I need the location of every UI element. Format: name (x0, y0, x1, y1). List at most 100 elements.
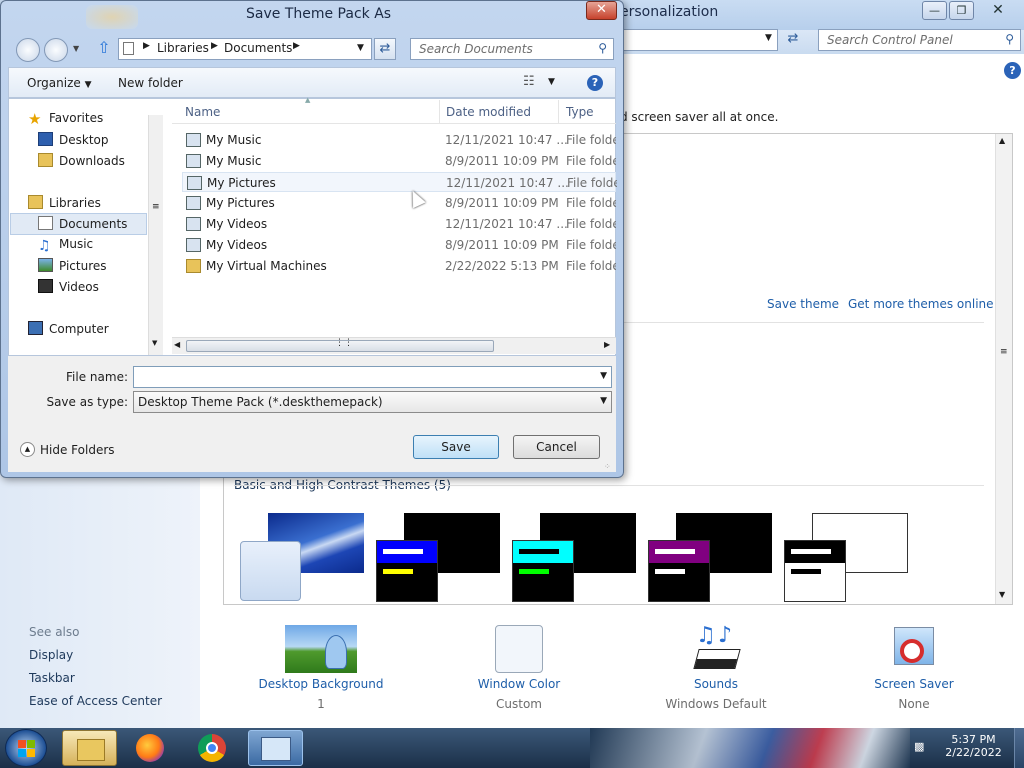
screen-saver-label[interactable]: Screen Saver (844, 677, 984, 691)
help-icon[interactable]: ? (587, 75, 603, 91)
dialog-search-input[interactable]: Search Documents ⚲ (410, 38, 614, 60)
nav-videos[interactable]: Videos (38, 279, 99, 294)
see-also-taskbar[interactable]: Taskbar (29, 671, 75, 685)
breadcrumb-chevron-icon[interactable]: ▶ (211, 41, 218, 51)
sounds-item[interactable]: ♫ ♪ Sounds Windows Default (646, 623, 786, 711)
theme-panel-scrollbar[interactable]: ▲ ≡ ▼ (995, 134, 1012, 604)
taskbar-control-panel[interactable] (248, 730, 303, 766)
clock[interactable]: 5:37 PM 2/22/2022 (936, 733, 1011, 759)
see-also-ease-of-access[interactable]: Ease of Access Center (29, 694, 162, 708)
column-type[interactable]: Type (566, 105, 594, 119)
dialog-address-bar[interactable]: ▶ Libraries ▶ Documents ▶ ▼ (118, 38, 372, 60)
nav-desktop[interactable]: Desktop (38, 132, 109, 147)
save-button[interactable]: Save (413, 435, 499, 459)
nav-documents[interactable]: Documents (38, 216, 127, 231)
cancel-button[interactable]: Cancel (513, 435, 600, 459)
breadcrumb-chevron-icon[interactable]: ▶ (293, 41, 300, 51)
file-row[interactable]: My Pictures 8/9/2011 10:09 PM File folder (182, 193, 616, 213)
start-button[interactable] (5, 729, 47, 767)
view-dropdown-icon[interactable]: ▼ (548, 77, 555, 87)
file-date: 8/9/2011 10:09 PM (445, 196, 559, 210)
theme-high-contrast-2[interactable] (510, 510, 640, 602)
refresh-icon[interactable]: ⇄ (374, 38, 396, 60)
up-folder-icon[interactable]: ⇧ (94, 38, 114, 60)
desktop-background-label[interactable]: Desktop Background (251, 677, 391, 691)
window-color-item[interactable]: Window Color Custom (449, 625, 589, 711)
column-divider[interactable] (439, 100, 440, 123)
get-more-themes-link[interactable]: Get more themes online (848, 297, 994, 311)
column-divider[interactable] (558, 100, 559, 123)
save-theme-link[interactable]: Save theme (767, 297, 839, 311)
file-row[interactable]: My Music 12/11/2021 10:47 ...File folder (182, 130, 616, 150)
theme-high-contrast-black[interactable] (646, 510, 776, 602)
organize-button[interactable]: Organize ▼ (27, 76, 92, 90)
breadcrumb-libraries[interactable]: Libraries (157, 41, 209, 55)
videos-icon (38, 279, 53, 293)
search-placeholder: Search Control Panel (827, 33, 953, 47)
theme-windows7-basic[interactable] (238, 510, 364, 602)
hide-folders-icon[interactable]: ▲ (20, 442, 35, 457)
dialog-close-button[interactable]: ✕ (586, 1, 617, 20)
forward-button[interactable] (44, 38, 68, 62)
hide-folders-button[interactable]: Hide Folders (40, 443, 115, 457)
address-dropdown-icon[interactable]: ▼ (357, 43, 364, 53)
folder-shortcut-icon (186, 217, 201, 231)
new-folder-button[interactable]: New folder (118, 76, 183, 90)
file-type: File folder (566, 238, 616, 252)
file-row[interactable]: My Virtual Machines 2/22/2022 5:13 PM File… (182, 256, 616, 276)
network-icon[interactable]: ▩ (914, 740, 928, 753)
theme-high-contrast-1[interactable] (374, 510, 504, 602)
close-button[interactable]: ✕ (976, 1, 1020, 20)
restore-button[interactable]: ❐ (949, 1, 974, 20)
chevron-down-icon[interactable]: ▼ (600, 396, 607, 406)
file-name-input[interactable]: ▼ (133, 366, 612, 388)
file-row-hovered[interactable]: My Pictures 12/11/2021 10:47 ... File fold… (182, 172, 617, 192)
screen-saver-item[interactable]: Screen Saver None (844, 625, 984, 711)
screen-saver-icon (890, 625, 938, 673)
taskbar-explorer[interactable] (62, 730, 117, 766)
window-color-label[interactable]: Window Color (449, 677, 589, 691)
computer-icon (28, 321, 43, 335)
folder-icon (77, 739, 105, 761)
help-icon[interactable]: ? (1004, 62, 1021, 79)
search-icon[interactable]: ⚲ (598, 41, 607, 55)
minimize-button[interactable]: — (922, 1, 947, 20)
taskbar-chrome[interactable] (186, 730, 241, 766)
file-row[interactable]: My Videos 8/9/2011 10:09 PM File folder (182, 235, 616, 255)
file-date: 8/9/2011 10:09 PM (445, 154, 559, 168)
dialog-toolbar: Organize ▼ New folder ☷ ▼ ? (8, 67, 616, 98)
column-date-modified[interactable]: Date modified (446, 105, 531, 119)
save-as-type-select[interactable]: Desktop Theme Pack (*.deskthemepack) ▼ (133, 391, 612, 413)
file-date: 8/9/2011 10:09 PM (445, 238, 559, 252)
taskbar-firefox[interactable] (124, 730, 179, 766)
nav-computer[interactable]: Computer (28, 321, 109, 336)
nav-music[interactable]: ♫ Music (38, 237, 93, 253)
nav-pictures[interactable]: Pictures (38, 258, 107, 273)
search-icon[interactable]: ⚲ (1005, 32, 1014, 46)
resize-grip-icon[interactable]: ⁘ (604, 462, 611, 471)
back-button[interactable] (16, 38, 40, 62)
nav-libraries[interactable]: Libraries (28, 195, 101, 210)
desktop-background-item[interactable]: Desktop Background 1 (251, 625, 391, 711)
chevron-down-icon[interactable]: ▼ (600, 371, 607, 381)
hscroll-thumb[interactable]: ⋮⋮ (186, 338, 494, 352)
see-also-display[interactable]: Display (29, 648, 73, 662)
file-name: My Videos (206, 238, 268, 252)
control-panel-search[interactable]: Search Control Panel ⚲ (818, 29, 1021, 51)
nav-downloads[interactable]: Downloads (38, 153, 125, 168)
file-row[interactable]: My Videos 12/11/2021 10:47 ...File folder (182, 214, 616, 234)
column-name[interactable]: Name (185, 105, 220, 119)
theme-high-contrast-white[interactable] (782, 510, 912, 602)
show-desktop-button[interactable] (1014, 728, 1024, 768)
nav-pane-scrollbar[interactable]: ≡ ▼ (148, 115, 163, 355)
breadcrumb-documents[interactable]: Documents (224, 41, 292, 55)
sounds-label[interactable]: Sounds (646, 677, 786, 691)
recent-pages-dropdown[interactable]: ▼ (73, 44, 79, 53)
view-options-icon[interactable]: ☷ (523, 74, 535, 89)
file-row[interactable]: My Music 8/9/2011 10:09 PM File folder (182, 151, 616, 171)
refresh-icon[interactable]: ⇄ (782, 31, 804, 51)
address-dropdown-icon[interactable]: ▼ (765, 33, 772, 43)
breadcrumb-chevron-icon[interactable]: ▶ (143, 41, 150, 51)
nav-favorites[interactable]: ★ Favorites (28, 111, 103, 127)
divider (620, 322, 984, 323)
